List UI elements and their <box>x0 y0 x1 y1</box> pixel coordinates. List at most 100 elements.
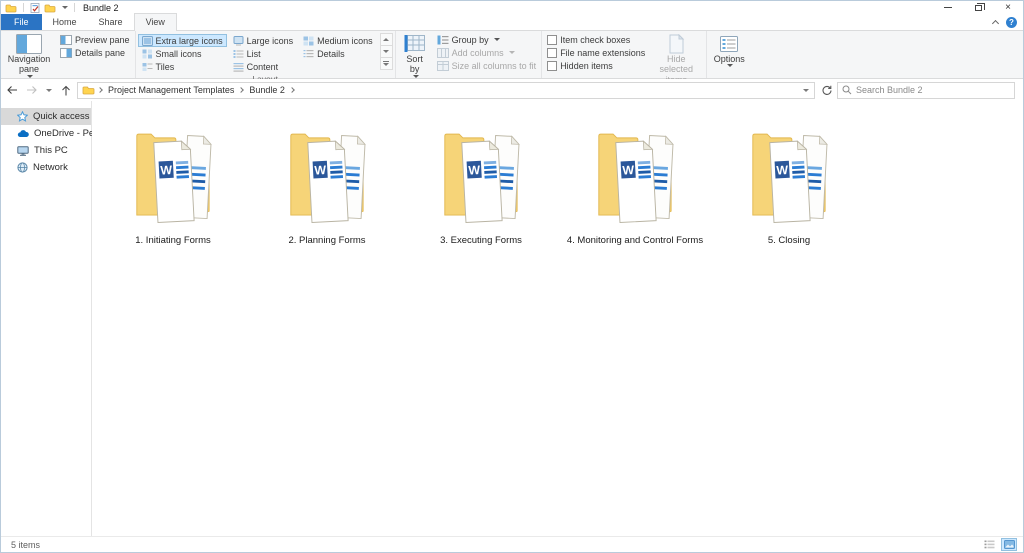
add-columns-icon <box>437 48 449 58</box>
group-by-label: Group by <box>452 35 489 45</box>
details-pane-button[interactable]: Details pane <box>57 46 133 59</box>
folder-item[interactable]: 5. Closing <box>712 120 866 246</box>
restore-button[interactable] <box>963 1 993 14</box>
dropdown-caret-icon <box>509 51 515 54</box>
options-button[interactable]: Options <box>709 33 749 68</box>
forward-button[interactable] <box>23 82 41 99</box>
folder-with-word-documents-icon <box>595 120 675 232</box>
sidebar-item-onedrive[interactable]: OneDrive - Personal <box>1 125 91 142</box>
recent-locations-button[interactable] <box>43 82 55 99</box>
scroll-up-icon <box>383 38 389 41</box>
sort-by-button[interactable]: Sort by <box>398 33 432 79</box>
thumbnail-view-toggle-button[interactable] <box>1001 538 1017 551</box>
details-pane-icon <box>60 48 72 58</box>
dropdown-caret-icon <box>727 64 733 67</box>
gallery-more-button[interactable] <box>380 57 393 70</box>
address-dropdown-button[interactable] <box>798 83 814 98</box>
layout-tiles[interactable]: Tiles <box>138 60 227 73</box>
checkbox-icon <box>547 35 557 45</box>
sidebar-item-quick-access[interactable]: Quick access <box>1 108 91 125</box>
breadcrumb-chevron-icon <box>98 88 103 93</box>
list-icon <box>233 49 244 59</box>
size-all-columns-button[interactable]: Size all columns to fit <box>434 59 540 72</box>
folder-item[interactable]: 4. Monitoring and Control Forms <box>558 120 712 246</box>
large-icons-icon <box>233 36 244 46</box>
status-bar: 5 items <box>1 536 1023 552</box>
folder-name: 3. Executing Forms <box>440 236 522 246</box>
layout-gallery: Extra large icons Small icons Tiles Larg… <box>138 34 377 73</box>
file-name-extensions-checkbox[interactable]: File name extensions <box>544 46 648 59</box>
options-label: Options <box>714 54 745 64</box>
minimize-button[interactable] <box>933 1 963 14</box>
layout-large-icons[interactable]: Large icons <box>229 34 298 47</box>
new-folder-qat-icon[interactable] <box>44 3 56 13</box>
breadcrumb-root[interactable]: Project Management Templates <box>106 85 236 95</box>
size-columns-label: Size all columns to fit <box>452 61 537 71</box>
address-bar[interactable]: Project Management Templates Bundle 2 <box>77 82 815 99</box>
gallery-more-icon <box>383 61 389 66</box>
content-icon <box>233 62 244 72</box>
layout-medium-icons[interactable]: Medium icons <box>299 34 377 47</box>
group-by-button[interactable]: Group by <box>434 33 540 46</box>
sidebar-label: Network <box>33 162 68 173</box>
layout-list[interactable]: List <box>229 47 298 60</box>
ribbon-tab-row: File Home Share View ? <box>1 14 1023 31</box>
minimize-ribbon-icon[interactable] <box>992 19 999 26</box>
details-view-icon <box>303 49 314 59</box>
up-button[interactable] <box>57 82 75 99</box>
quick-access-star-icon <box>17 111 28 122</box>
address-toolbar: Project Management Templates Bundle 2 <box>1 79 1023 101</box>
layout-details[interactable]: Details <box>299 47 377 60</box>
folder-item[interactable]: 3. Executing Forms <box>404 120 558 246</box>
minimize-icon <box>944 7 952 8</box>
back-button[interactable] <box>3 82 21 99</box>
ribbon-group-current-view: Sort by Group by Add columns <box>396 31 543 78</box>
folder-item[interactable]: 2. Planning Forms <box>250 120 404 246</box>
search-input[interactable] <box>856 85 1010 95</box>
navigation-pane-icon <box>16 34 42 54</box>
search-box[interactable] <box>837 82 1015 99</box>
preview-pane-button[interactable]: Preview pane <box>57 33 133 46</box>
tab-view[interactable]: View <box>134 13 177 31</box>
close-button[interactable]: × <box>993 1 1023 14</box>
refresh-button[interactable] <box>817 82 835 99</box>
navigation-pane-label: Navigation pane <box>7 54 51 75</box>
item-check-boxes-checkbox[interactable]: Item check boxes <box>544 33 648 46</box>
close-icon: × <box>1005 2 1011 13</box>
onedrive-cloud-icon <box>17 129 29 138</box>
extra-large-icons-icon <box>142 36 153 46</box>
folder-item[interactable]: 1. Initiating Forms <box>96 120 250 246</box>
tab-home[interactable]: Home <box>42 14 88 30</box>
restore-icon <box>975 5 982 11</box>
details-view-toggle-button[interactable] <box>981 538 997 551</box>
layout-content[interactable]: Content <box>229 60 298 73</box>
folder-with-word-documents-icon <box>749 120 829 232</box>
folder-with-word-documents-icon <box>287 120 367 232</box>
breadcrumb-current[interactable]: Bundle 2 <box>247 85 287 95</box>
sidebar-item-network[interactable]: Network <box>1 159 91 176</box>
help-icon[interactable]: ? <box>1006 17 1017 28</box>
folder-name: 4. Monitoring and Control Forms <box>567 236 703 246</box>
tab-file[interactable]: File <box>1 14 42 30</box>
hidden-items-checkbox[interactable]: Hidden items <box>544 59 648 72</box>
file-list-area[interactable]: 1. Initiating Forms 2. Planning Forms 3.… <box>92 101 1023 536</box>
properties-qat-icon[interactable] <box>30 3 40 13</box>
customize-qat-caret-icon[interactable] <box>62 6 68 9</box>
layout-small-icons[interactable]: Small icons <box>138 47 227 60</box>
quick-access-toolbar <box>5 3 77 13</box>
ribbon-group-panes: Navigation pane Preview pane Det <box>1 31 136 78</box>
sidebar-item-this-pc[interactable]: This PC <box>1 142 91 159</box>
layout-extra-large-icons[interactable]: Extra large icons <box>138 34 227 47</box>
checkbox-icon <box>547 61 557 71</box>
file-explorer-window: Bundle 2 × File Home Share View ? Navig <box>0 0 1024 553</box>
sort-by-label: Sort by <box>402 54 428 75</box>
preview-pane-label: Preview pane <box>75 35 130 45</box>
add-columns-button[interactable]: Add columns <box>434 46 540 59</box>
navigation-pane-button[interactable]: Navigation pane <box>3 33 55 79</box>
tab-share[interactable]: Share <box>88 14 134 30</box>
sidebar-label: Quick access <box>33 111 90 122</box>
tiles-icon <box>142 62 153 72</box>
navigation-pane: Quick access OneDrive - Personal This PC… <box>1 101 92 536</box>
group-by-icon <box>437 35 449 45</box>
search-icon <box>842 85 852 95</box>
